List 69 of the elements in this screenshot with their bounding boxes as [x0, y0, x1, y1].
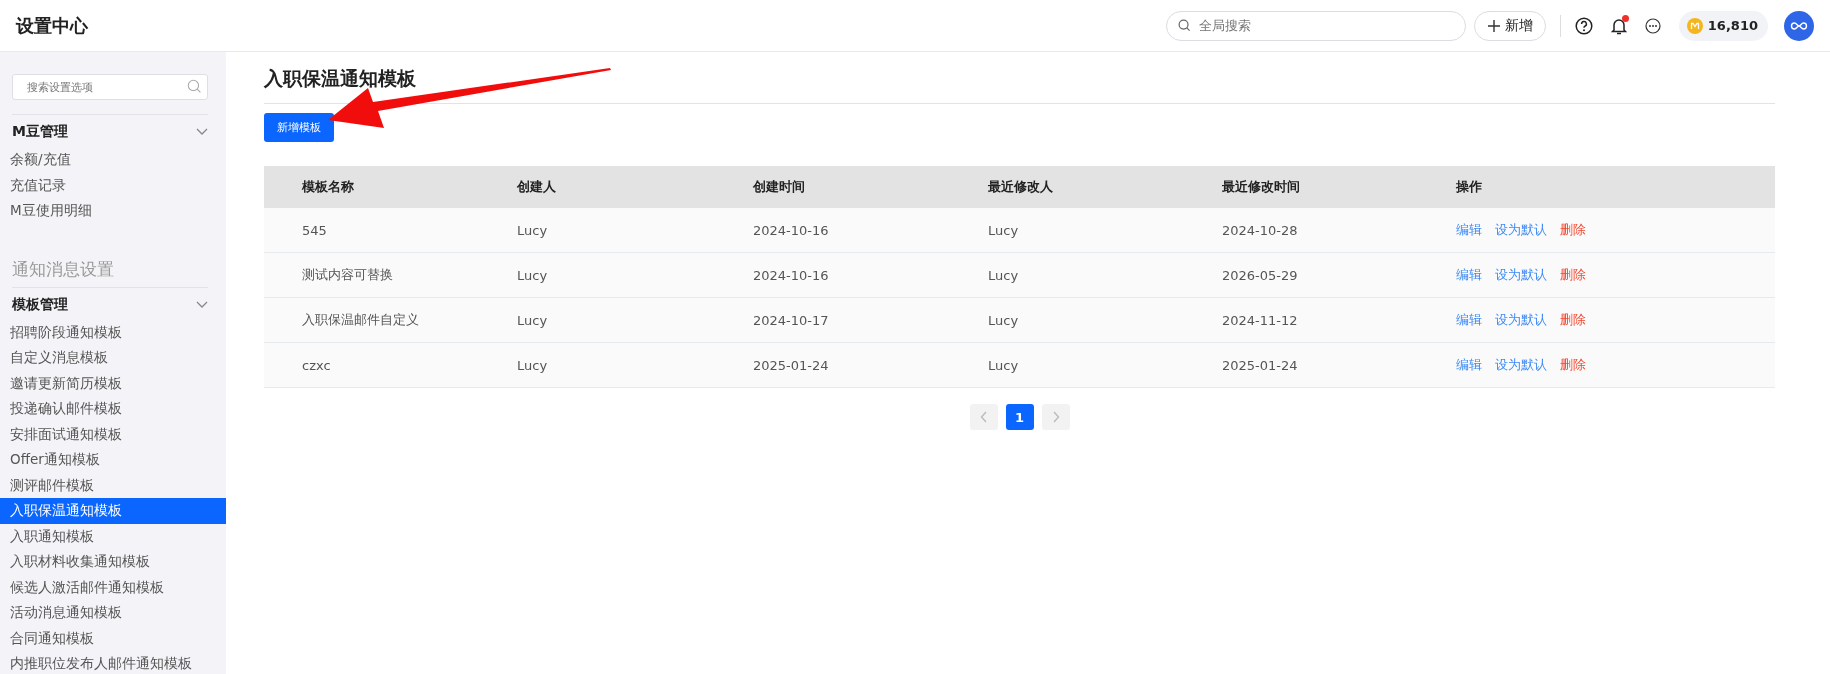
column-header: 最近修改时间 — [1222, 178, 1301, 196]
sidebar-item[interactable]: 邀请更新简历模板 — [0, 370, 226, 396]
table-cell-text: Lucy — [988, 222, 1020, 238]
sidebar-item[interactable]: 入职通知模板 — [0, 523, 226, 549]
column-header: 创建时间 — [753, 178, 806, 196]
table-cell-text: 2024-10-16 — [753, 222, 830, 238]
delete-link[interactable]: 删除 — [1560, 356, 1586, 374]
search-icon — [187, 79, 202, 94]
table-cell-text: Lucy — [517, 357, 549, 373]
table-cell-text: Lucy — [517, 267, 549, 283]
table-cell-text: 2024-10-28 — [1222, 222, 1299, 238]
sidebar-item[interactable]: 内推职位发布人邮件通知模板 — [0, 651, 226, 674]
table-cell-text: Lucy — [988, 357, 1020, 373]
coin-balance: 16,810 — [1707, 18, 1758, 33]
sidebar-item[interactable]: 投递确认邮件模板 — [0, 396, 226, 422]
plus-icon — [1486, 18, 1501, 33]
page-button[interactable]: 1 — [1005, 404, 1034, 430]
sidebar-item[interactable]: 活动消息通知模板 — [0, 600, 226, 626]
settings-search-field[interactable]: 搜索设置选项 — [12, 74, 208, 100]
table-cell-text: 2024-10-16 — [753, 267, 830, 283]
sidebar-item[interactable]: 招聘阶段通知模板 — [0, 319, 226, 345]
sidebar-item[interactable]: 入职保温通知模板 — [0, 498, 226, 524]
group-title[interactable]: 模板管理 — [12, 295, 68, 314]
table-cell-text: 2026-05-29 — [1222, 267, 1299, 283]
column-header: 操作 — [1456, 178, 1483, 196]
add-button[interactable]: 新增 — [1473, 10, 1546, 41]
table-cell-text: 2025-01-24 — [753, 357, 830, 373]
table-cell-text: Lucy — [517, 312, 549, 328]
chevron-right-icon — [1051, 411, 1060, 423]
chevron-down-icon[interactable] — [196, 128, 208, 136]
app-title: 设置中心 — [16, 13, 88, 38]
delete-link[interactable]: 删除 — [1560, 311, 1586, 329]
table-cell-text: Lucy — [988, 267, 1020, 283]
column-header: 创建人 — [517, 178, 557, 196]
sidebar-item[interactable]: 测评邮件模板 — [0, 472, 226, 498]
table-cell-text: 2024-10-17 — [753, 312, 830, 328]
new-template-button[interactable]: 新增模板 — [264, 113, 334, 142]
group-title[interactable]: M豆管理 — [12, 123, 68, 141]
table-cell-text: Lucy — [517, 222, 549, 238]
sidebar-item[interactable]: 自定义消息模板 — [0, 345, 226, 371]
delete-link[interactable]: 删除 — [1560, 221, 1586, 239]
sidebar-item[interactable]: 余额/充值 — [0, 147, 226, 173]
coin-icon — [1686, 17, 1703, 34]
chevron-down-icon[interactable] — [196, 300, 208, 309]
chevron-left-icon — [979, 411, 988, 423]
notification-icon[interactable] — [1610, 16, 1627, 35]
avatar[interactable] — [1784, 10, 1814, 41]
column-header: 最近修改人 — [988, 178, 1054, 196]
table-cell-text: czxc — [302, 357, 332, 373]
table-cell-text: 2025-01-24 — [1222, 357, 1299, 373]
table-cell-text: Lucy — [988, 312, 1020, 328]
section-heading: 通知消息设置 — [12, 257, 208, 288]
help-icon[interactable] — [1574, 16, 1593, 35]
sidebar-item[interactable]: M豆使用明细 — [0, 198, 226, 224]
sidebar-item[interactable]: Offer通知模板 — [0, 447, 226, 473]
sidebar-item[interactable]: 合同通知模板 — [0, 625, 226, 651]
table-cell-text: 545 — [302, 222, 328, 238]
sidebar-item[interactable]: 充值记录 — [0, 172, 226, 198]
delete-link[interactable]: 删除 — [1560, 266, 1586, 284]
table-cell-text: 入职保温邮件自定义 — [302, 311, 420, 329]
sidebar-item[interactable]: 入职材料收集通知模板 — [0, 549, 226, 575]
global-search-field[interactable]: 全局搜索 — [1165, 10, 1466, 41]
column-header: 模板名称 — [302, 178, 355, 196]
sidebar-item[interactable]: 安排面试通知模板 — [0, 421, 226, 447]
sidebar-item[interactable]: 候选人激活邮件通知模板 — [0, 574, 226, 600]
table-cell-text: 测试内容可替换 — [302, 266, 394, 284]
table-cell-text: 2024-11-12 — [1222, 312, 1299, 328]
more-icon[interactable] — [1644, 17, 1661, 34]
search-icon — [1177, 18, 1191, 32]
